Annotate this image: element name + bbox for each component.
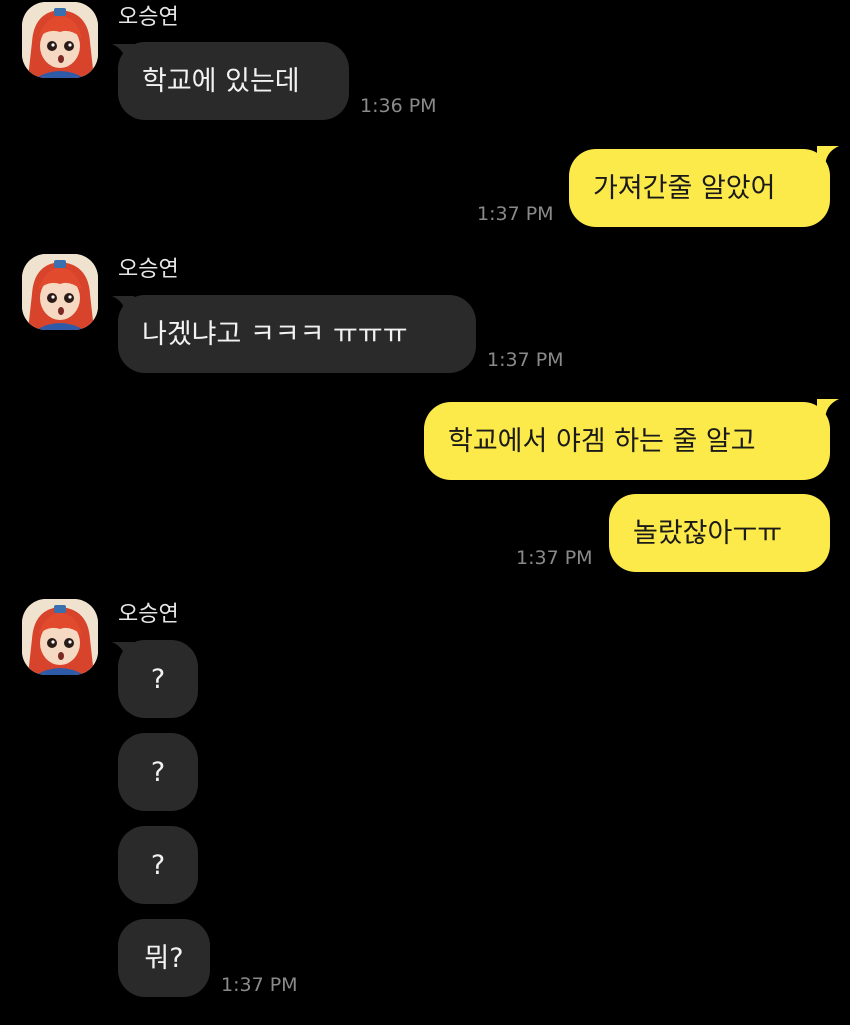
message-bubble-outgoing[interactable]: 놀랐잖아ㅜㅠ <box>609 494 830 572</box>
message-bubble-incoming[interactable]: ? <box>118 640 198 718</box>
message-text: 학교에서 야겜 하는 줄 알고 <box>448 425 756 457</box>
message-timestamp: 1:37 PM <box>221 974 298 996</box>
message-text: 뭐? <box>144 942 184 974</box>
profile-avatar[interactable] <box>22 599 98 675</box>
message-timestamp: 1:36 PM <box>360 95 437 117</box>
avatar-image <box>22 254 98 330</box>
message-bubble-outgoing[interactable]: 가져간줄 알았어 <box>569 149 830 227</box>
profile-avatar[interactable] <box>22 2 98 78</box>
avatar-image <box>22 2 98 78</box>
message-bubble-incoming[interactable]: ? <box>118 733 198 811</box>
message-text: 가져간줄 알았어 <box>593 172 776 204</box>
message-text: 학교에 있는데 <box>142 65 300 97</box>
message-timestamp: 1:37 PM <box>477 203 554 225</box>
message-text: 나겠냐고 ㅋㅋㅋ ㅠㅠㅠ <box>142 318 408 350</box>
profile-avatar[interactable] <box>22 254 98 330</box>
avatar-image <box>22 599 98 675</box>
sender-name: 오승연 <box>118 5 179 30</box>
message-text: ? <box>150 663 166 695</box>
message-bubble-incoming[interactable]: ? <box>118 826 198 904</box>
message-bubble-incoming[interactable]: 나겠냐고 ㅋㅋㅋ ㅠㅠㅠ <box>118 295 476 373</box>
sender-name: 오승연 <box>118 602 179 627</box>
message-timestamp: 1:37 PM <box>516 547 593 569</box>
bubble-tail <box>817 399 839 421</box>
message-bubble-incoming[interactable]: 학교에 있는데 <box>118 42 349 120</box>
chat-room: 오승연 학교에 있는데 1:36 PM 1:37 PM 가져간줄 알았어 오승연… <box>0 0 850 1025</box>
message-bubble-outgoing[interactable]: 학교에서 야겜 하는 줄 알고 <box>424 402 830 480</box>
message-text: ? <box>150 756 166 788</box>
message-text: ? <box>150 849 166 881</box>
message-text: 놀랐잖아ㅜㅠ <box>633 517 783 549</box>
sender-name: 오승연 <box>118 257 179 282</box>
message-bubble-incoming[interactable]: 뭐? <box>118 919 210 997</box>
bubble-tail <box>817 146 839 168</box>
message-timestamp: 1:37 PM <box>487 349 564 371</box>
